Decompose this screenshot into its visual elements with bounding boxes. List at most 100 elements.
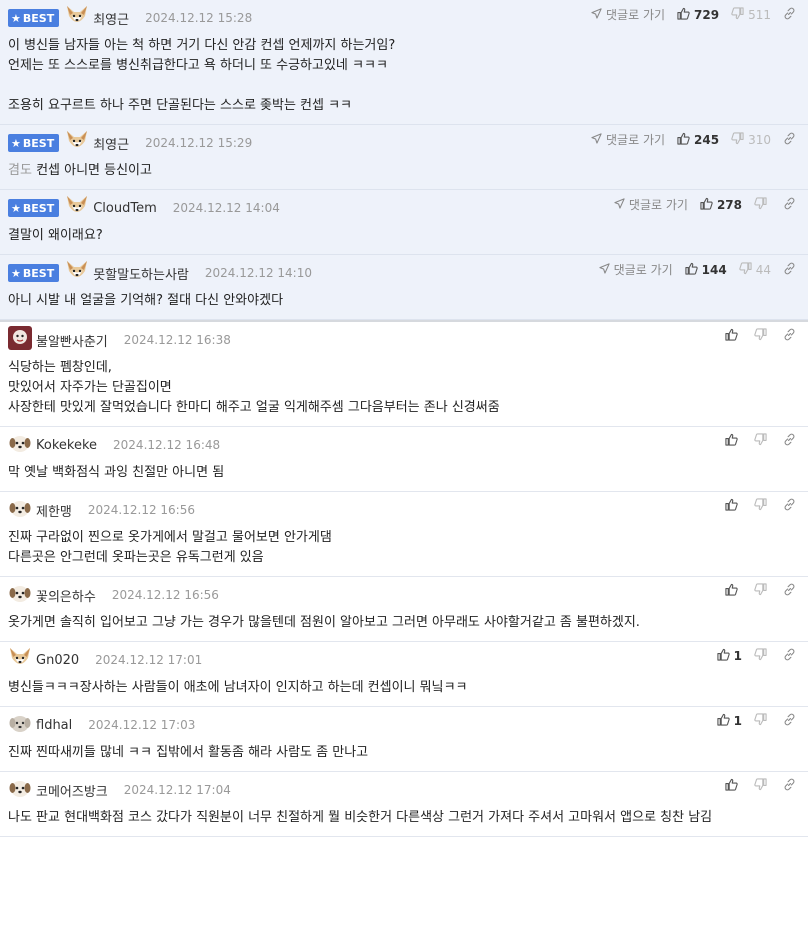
- comment: 제한맹 2024.12.12 16:56 진짜 구라없이 찐으로 옷가게에서 말걸고…: [0, 492, 808, 577]
- star-icon: ★: [11, 11, 21, 25]
- share-link-button[interactable]: [783, 7, 800, 23]
- downvote-button[interactable]: [754, 328, 771, 344]
- thumbs-up-icon: [685, 262, 702, 278]
- share-link-button[interactable]: [783, 713, 800, 729]
- goto-comment-button[interactable]: 댓글로 가기: [599, 261, 673, 278]
- send-icon: [591, 7, 606, 22]
- comment: 꽃의은하수 2024.12.12 16:56 옷가게면 솔직히 입어보고 그냥 가는…: [0, 577, 808, 642]
- comment-text: 이 병신들 남자들 아는 척 하면 거기 다신 안감 컨셉 언제까지 하는거임?…: [8, 38, 396, 113]
- puppy-avatar-icon: [8, 776, 36, 804]
- comment-date: 2024.12.12 14:04: [172, 201, 280, 215]
- comment-date: 2024.12.12 17:03: [88, 718, 196, 732]
- comment-text: 옷가게면 솔직히 입어보고 그냥 가는 경우가 많을텐데 점원이 알아보고 그러…: [8, 615, 640, 630]
- link-icon: [783, 7, 800, 23]
- share-link-button[interactable]: [783, 498, 800, 514]
- comment-text: 아니 시발 내 얼굴을 기억해? 절대 다신 안와야겠다: [8, 293, 284, 308]
- upvote-button[interactable]: 1: [717, 713, 742, 729]
- goto-comment-button[interactable]: 댓글로 가기: [614, 196, 688, 213]
- thumbs-up-icon: [717, 713, 734, 729]
- best-comment: ★ BEST 최영근 2024.12.12 15:28 댓글로 가기 729 511 이 병신…: [0, 0, 808, 125]
- thumbs-down-icon: [754, 583, 771, 599]
- share-link-button[interactable]: [783, 197, 800, 213]
- comment-text: 나도 판교 현대백화점 코스 갔다가 직원분이 너무 친절하게 뭘 비슷한거 다…: [8, 810, 713, 825]
- author-nickname[interactable]: 코메어즈방크: [36, 781, 108, 800]
- star-icon: ★: [11, 136, 21, 150]
- comment-text: 진짜 구라없이 찐으로 옷가게에서 말걸고 물어보면 안가게댐 다른곳은 안그런…: [8, 530, 332, 565]
- link-icon: [783, 197, 800, 213]
- author-nickname[interactable]: 최영근: [93, 134, 129, 153]
- author-nickname[interactable]: 꽃의은하수: [36, 586, 96, 605]
- downvote-button[interactable]: [754, 583, 771, 599]
- downvote-button[interactable]: [754, 648, 771, 664]
- link-icon: [783, 132, 800, 148]
- downvote-button[interactable]: [754, 498, 771, 514]
- share-link-button[interactable]: [783, 583, 800, 599]
- author-nickname[interactable]: 못할말도하는사람: [93, 264, 189, 283]
- upvote-button[interactable]: [725, 583, 742, 599]
- downvote-button[interactable]: 44: [739, 261, 771, 278]
- link-icon: [783, 648, 800, 664]
- share-link-button[interactable]: [783, 328, 800, 344]
- dog-avatar-icon: [65, 194, 93, 222]
- photo-avatar-icon: [8, 326, 36, 354]
- upvote-button[interactable]: [725, 498, 742, 514]
- best-badge: ★ BEST: [8, 199, 60, 217]
- best-comment: ★ BEST 최영근 2024.12.12 15:29 댓글로 가기 245 310 겸도 컨…: [0, 125, 808, 190]
- thumbs-down-icon: [754, 498, 771, 514]
- share-link-button[interactable]: [783, 648, 800, 664]
- thumbs-down-icon: [731, 131, 748, 148]
- comment-date: 2024.12.12 16:48: [113, 438, 221, 452]
- link-icon: [783, 583, 800, 599]
- upvote-button[interactable]: 1: [717, 648, 742, 664]
- send-icon: [591, 132, 606, 147]
- upvote-button[interactable]: [725, 433, 742, 449]
- author-nickname[interactable]: 최영근: [93, 9, 129, 28]
- best-comment: ★ BEST CloudTem 2024.12.12 14:04 댓글로 가기 278 결말…: [0, 190, 808, 255]
- dog-avatar-icon: [65, 259, 93, 287]
- thumbs-up-icon: [717, 648, 734, 664]
- comment-text: 병신들ㅋㅋㅋ장사하는 사람들이 애초에 남녀자이 인지하고 하는데 컨셉이니 뭐…: [8, 680, 468, 695]
- goto-comment-button[interactable]: 댓글로 가기: [591, 6, 665, 23]
- comment-date: 2024.12.12 15:28: [145, 11, 253, 25]
- thumbs-down-icon: [739, 261, 756, 278]
- comment: 코메어즈방크 2024.12.12 17:04 나도 판교 현대백화점 코스 갔다가…: [0, 772, 808, 837]
- share-link-button[interactable]: [783, 132, 800, 148]
- send-icon: [614, 197, 629, 212]
- author-nickname[interactable]: CloudTem: [93, 201, 157, 216]
- link-icon: [783, 262, 800, 278]
- author-nickname[interactable]: fldhal: [36, 718, 72, 733]
- puppy-avatar-icon: [8, 496, 36, 524]
- author-nickname[interactable]: Kokekeke: [36, 438, 97, 453]
- thumbs-up-icon: [725, 328, 742, 344]
- thumbs-down-icon: [754, 196, 771, 213]
- comment-date: 2024.12.12 16:56: [111, 588, 219, 602]
- upvote-button[interactable]: [725, 328, 742, 344]
- downvote-button[interactable]: [754, 196, 771, 213]
- thumbs-up-icon: [677, 132, 694, 148]
- downvote-button[interactable]: 310: [731, 131, 771, 148]
- downvote-button[interactable]: [754, 778, 771, 794]
- puppy-avatar-icon: [8, 581, 36, 609]
- link-icon: [783, 433, 800, 449]
- goto-comment-button[interactable]: 댓글로 가기: [591, 131, 665, 148]
- downvote-button[interactable]: [754, 433, 771, 449]
- upvote-button[interactable]: 278: [700, 197, 742, 213]
- author-nickname[interactable]: Gn020: [36, 653, 79, 668]
- gray-puppy-avatar-icon: [8, 711, 36, 739]
- downvote-button[interactable]: 511: [731, 6, 771, 23]
- author-nickname[interactable]: 불알빤사춘기: [36, 331, 108, 350]
- comment: Gn020 2024.12.12 17:01 1 병신들ㅋㅋㅋ장사하는 사람들이 애초…: [0, 642, 808, 707]
- comment-text: 결말이 왜이래요?: [8, 228, 103, 243]
- upvote-button[interactable]: [725, 778, 742, 794]
- author-nickname[interactable]: 제한맹: [36, 501, 72, 520]
- share-link-button[interactable]: [783, 262, 800, 278]
- upvote-button[interactable]: 245: [677, 132, 719, 148]
- dog-avatar-icon: [8, 646, 36, 674]
- upvote-button[interactable]: 729: [677, 7, 719, 23]
- downvote-button[interactable]: [754, 713, 771, 729]
- share-link-button[interactable]: [783, 433, 800, 449]
- thumbs-down-icon: [754, 713, 771, 729]
- upvote-button[interactable]: 144: [685, 262, 727, 278]
- thumbs-down-icon: [731, 6, 748, 23]
- share-link-button[interactable]: [783, 778, 800, 794]
